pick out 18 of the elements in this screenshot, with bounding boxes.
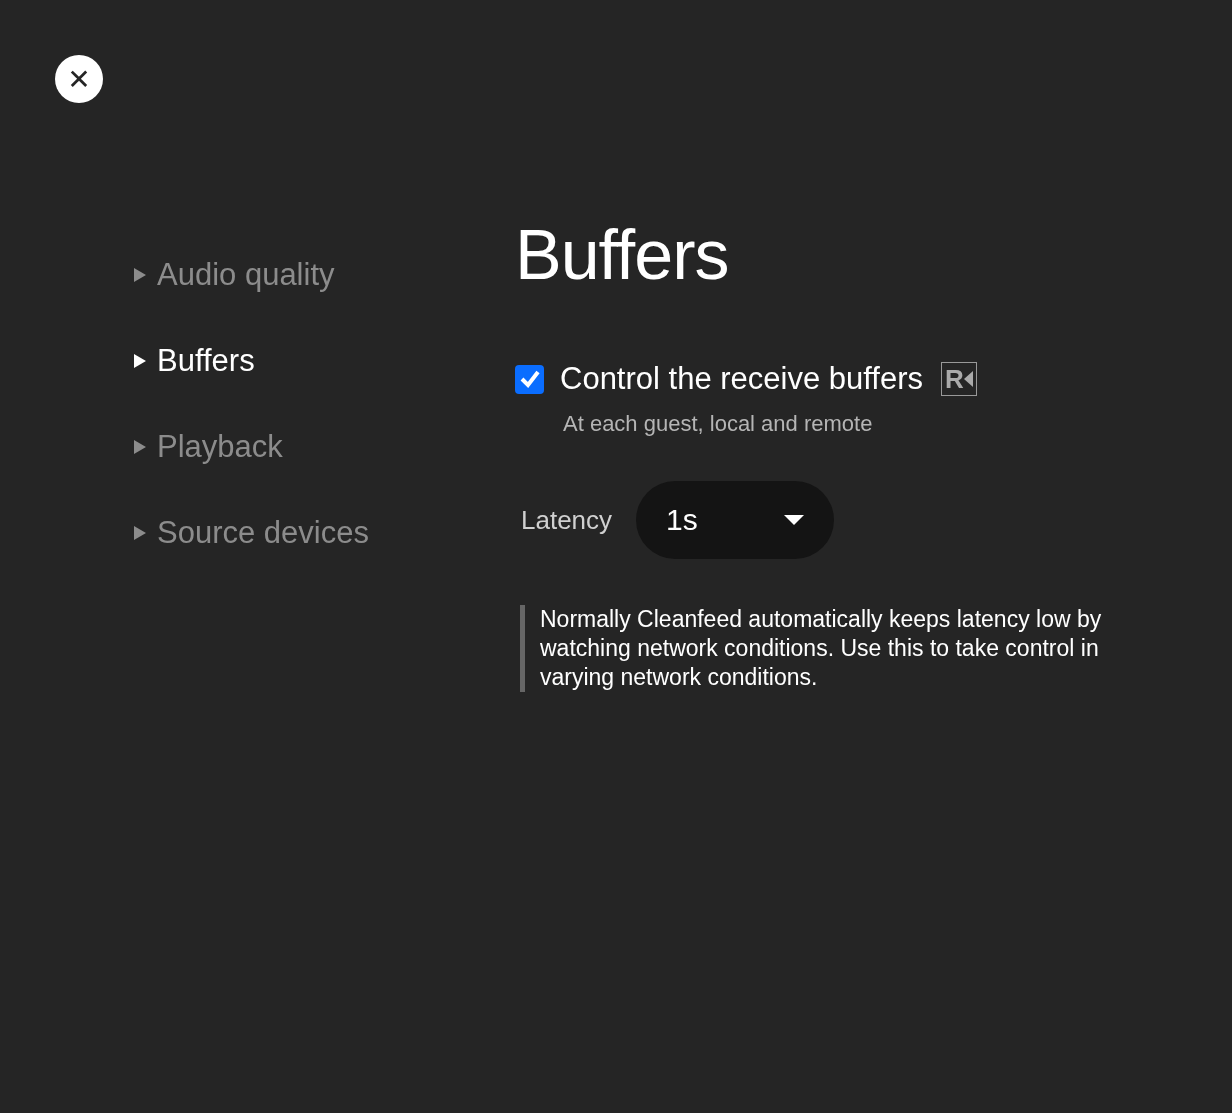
checkbox-label: Control the receive buffers xyxy=(560,361,923,397)
close-button[interactable]: ✕ xyxy=(55,55,103,103)
info-note: Normally Cleanfeed automatically keeps latency low by watching network conditions. Use this to take control in varying network conditions. xyxy=(520,605,1130,692)
sidebar-item[interactable]: Buffers xyxy=(133,340,255,382)
triangle-icon xyxy=(133,268,147,282)
sidebar-item[interactable]: Audio quality xyxy=(133,254,335,296)
triangle-icon xyxy=(133,526,147,540)
checkbox-hint: At each guest, local and remote xyxy=(563,411,874,437)
panel-title: Buffers xyxy=(515,215,730,295)
caret-icon xyxy=(784,515,805,525)
triangle-icon xyxy=(133,440,147,454)
sidebar-item[interactable]: Source devices xyxy=(133,512,369,554)
latency-label: Latency xyxy=(521,504,613,536)
sidebar-item[interactable]: Playback xyxy=(133,426,283,468)
latency-dropdown[interactable]: 1s xyxy=(636,481,835,559)
checkbox[interactable] xyxy=(515,364,544,394)
triangle-icon xyxy=(133,354,147,368)
receive-badge: R xyxy=(941,362,977,396)
